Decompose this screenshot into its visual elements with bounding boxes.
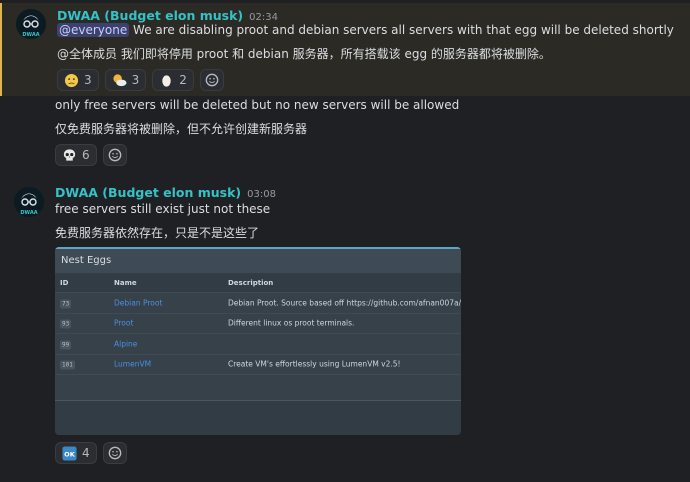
svg-text:DWAA: DWAA [20,210,37,216]
message-1: DWAA DWAA (Budget elon musk) 02:34 @every… [0,3,690,96]
reaction-sun-cloud[interactable]: 3 [104,69,147,91]
row-name-link[interactable]: Proot [114,319,133,328]
ok-glyph: OK [64,450,76,458]
add-reaction-button[interactable] [102,144,127,166]
egg-icon [159,73,174,88]
reaction-egg[interactable]: 2 [152,69,194,91]
header-id: ID [60,278,69,287]
table-header: ID Name Description [55,273,461,293]
header-description: Description [228,278,274,287]
message-text: free servers still exist just not these [55,202,271,216]
row-name-link[interactable]: LumenVM [114,360,151,369]
table-row: 101 LumenVM Create VM's effortlessly usi… [55,355,461,375]
row-name-link[interactable]: Alpine [114,339,137,348]
sun-behind-cloud-icon [112,73,127,88]
image-attachment[interactable]: Nest Eggs ID Name Description 73 Debian … [55,247,461,435]
row-name-link[interactable]: Debian Proot [114,298,162,307]
author-name[interactable]: DWAA (Budget elon musk) 02:34 [57,8,278,23]
ok-button-icon: OK [62,445,77,461]
row-id: 73 [60,299,72,309]
row-description: Different linux os proot terminals. [228,318,355,328]
timestamp: 02:34 [249,12,278,23]
row-description: Debian Proot. Source based off https://g… [228,298,461,308]
row-id: 99 [60,340,72,350]
reaction-count: 3 [131,73,140,87]
confused-face-icon [64,73,79,88]
skull-icon [62,148,77,163]
table-row: 99 Alpine [55,334,461,355]
reaction-bar: OK 4 [55,442,127,464]
message-text-rest: We are disabling proot and debian server… [129,23,674,37]
reaction-ok[interactable]: OK 4 [55,442,97,464]
reaction-skull[interactable]: 6 [55,144,97,166]
add-reaction-button[interactable] [102,442,127,464]
avatar[interactable]: DWAA [14,187,44,217]
add-reaction-button[interactable] [199,69,224,91]
message-text: @everyone We are disabling proot and deb… [57,23,674,37]
timestamp: 03:08 [247,189,276,200]
reaction-confused[interactable]: 3 [57,69,99,91]
nest-eggs-table: ID Name Description 73 Debian Proot Debi… [55,273,461,375]
message-text-chinese: @全体成员 我们即将停用 proot 和 debian 服务器，所有搭载该 eg… [57,47,551,61]
row-id: 101 [60,360,75,370]
author-label[interactable]: DWAA (Budget elon musk) [55,185,241,200]
everyone-mention[interactable]: @everyone [57,23,130,37]
add-reaction-icon [204,73,219,88]
message-text-chinese: 仅免费服务器将被删除，但不允许创建新服务器 [55,122,308,136]
author-name[interactable]: DWAA (Budget elon musk) 03:08 [55,185,276,200]
row-id: 93 [60,319,72,329]
reaction-count: 3 [84,73,92,87]
embed-title: Nest Eggs [55,247,461,273]
table-row: 73 Debian Proot Debian Proot. Source bas… [55,293,461,314]
header-name: Name [114,278,137,287]
embed-footer-area [55,400,461,435]
svg-text:DWAA: DWAA [22,32,39,38]
reaction-bar: 3 3 2 [57,69,224,91]
reaction-count: 2 [179,73,187,87]
message-text-chinese: 免费服务器依然存在，只是不是这些了 [55,226,260,240]
message-2: only free servers will be deleted but no… [0,96,690,176]
author-label[interactable]: DWAA (Budget elon musk) [57,8,243,23]
reaction-count: 6 [82,148,90,162]
reaction-bar: 6 [55,144,127,166]
add-reaction-icon [107,148,122,163]
message-text: only free servers will be deleted but no… [55,98,460,112]
row-description: Create VM's effortlessly using LumenVM v… [228,359,401,369]
table-row: 93 Proot Different linux os proot termin… [55,314,461,334]
avatar[interactable]: DWAA [16,9,46,39]
add-reaction-icon [107,446,122,461]
reaction-count: 4 [82,446,90,460]
